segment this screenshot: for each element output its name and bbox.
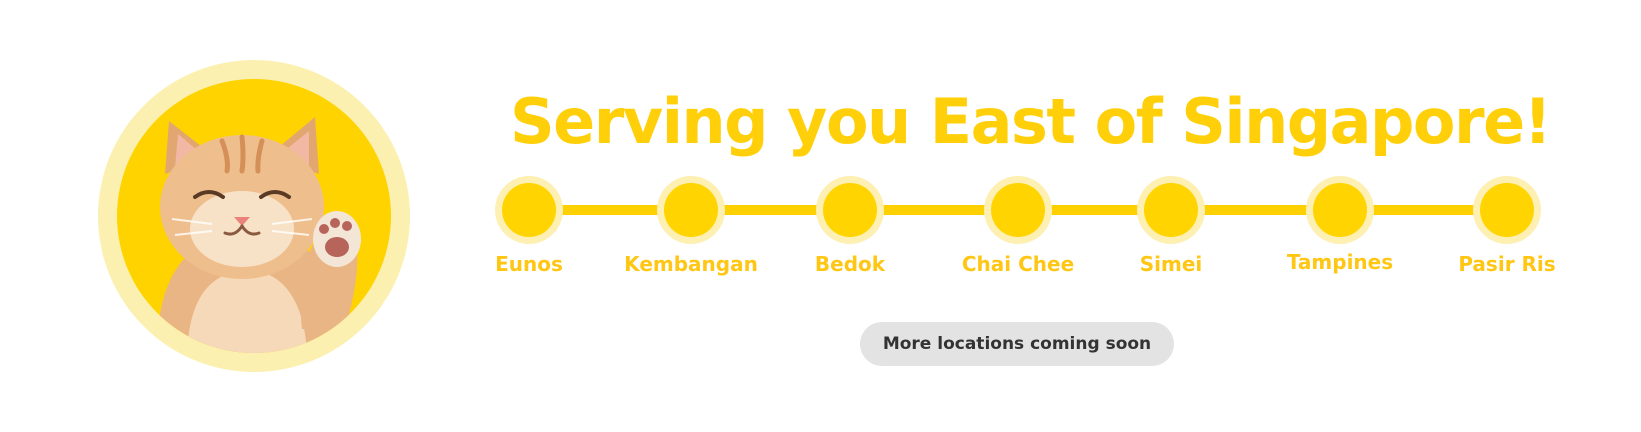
location-route: Eunos Kembangan Bedok Chai Chee Simei Ta…: [0, 0, 1641, 300]
stop-dot: [1480, 183, 1534, 237]
stop-dot: [1313, 183, 1367, 237]
stop-label: Pasir Ris: [1458, 252, 1556, 276]
more-locations-button[interactable]: More locations coming soon: [860, 322, 1174, 366]
stop-dot: [823, 183, 877, 237]
stop-dot: [1144, 183, 1198, 237]
east-locations-banner: Serving you East of Singapore! Eunos Kem…: [0, 0, 1641, 432]
stop-dot: [664, 183, 718, 237]
stop-dot: [502, 183, 556, 237]
stop-dot: [991, 183, 1045, 237]
